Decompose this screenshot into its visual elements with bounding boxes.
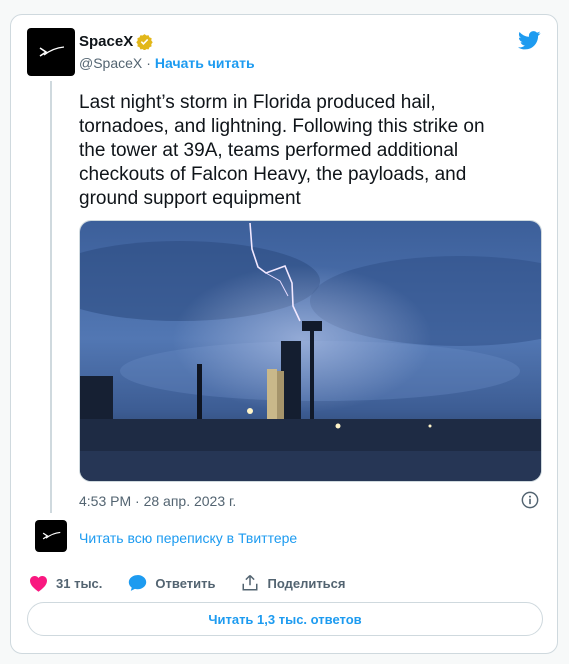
read-replies-button[interactable]: Читать 1,3 тыс. ответов — [27, 602, 543, 636]
follow-button[interactable]: Начать читать — [155, 55, 255, 71]
avatar[interactable] — [27, 28, 75, 76]
like-count: 31 тыс. — [56, 575, 103, 591]
thread-line — [50, 81, 52, 513]
spacex-logo-icon — [39, 46, 65, 57]
thread-avatar[interactable] — [35, 520, 67, 552]
tweet-actions: 31 тыс. Ответить Поделиться — [29, 572, 372, 594]
reply-button[interactable]: Ответить — [128, 574, 215, 592]
verified-badge-icon — [136, 33, 153, 50]
info-icon[interactable] — [521, 491, 539, 514]
tweet-card: SpaceX @SpaceX · Начать читать Last nigh… — [10, 14, 558, 654]
tweet-photo[interactable] — [79, 220, 542, 482]
read-thread-link[interactable]: Читать всю переписку в Твиттере — [79, 530, 297, 546]
heart-icon — [30, 575, 47, 592]
spacex-logo-icon — [42, 531, 61, 540]
reply-icon — [129, 575, 147, 591]
twitter-bird-icon[interactable] — [518, 31, 541, 55]
author-handle[interactable]: @SpaceX — [79, 55, 142, 71]
reply-label: Ответить — [155, 575, 216, 591]
tweet-timestamp[interactable]: 4:53 PM · 28 апр. 2023 г. — [79, 493, 236, 509]
share-label: Поделиться — [267, 575, 346, 591]
tweet-header: SpaceX @SpaceX · Начать читать — [79, 31, 255, 72]
separator: · — [146, 55, 151, 71]
like-button[interactable]: 31 тыс. — [29, 575, 102, 592]
share-button[interactable]: Поделиться — [241, 574, 346, 592]
tweet-text: Last night’s storm in Florida produced h… — [79, 92, 485, 209]
share-icon — [242, 574, 258, 591]
author-name[interactable]: SpaceX — [79, 33, 133, 50]
